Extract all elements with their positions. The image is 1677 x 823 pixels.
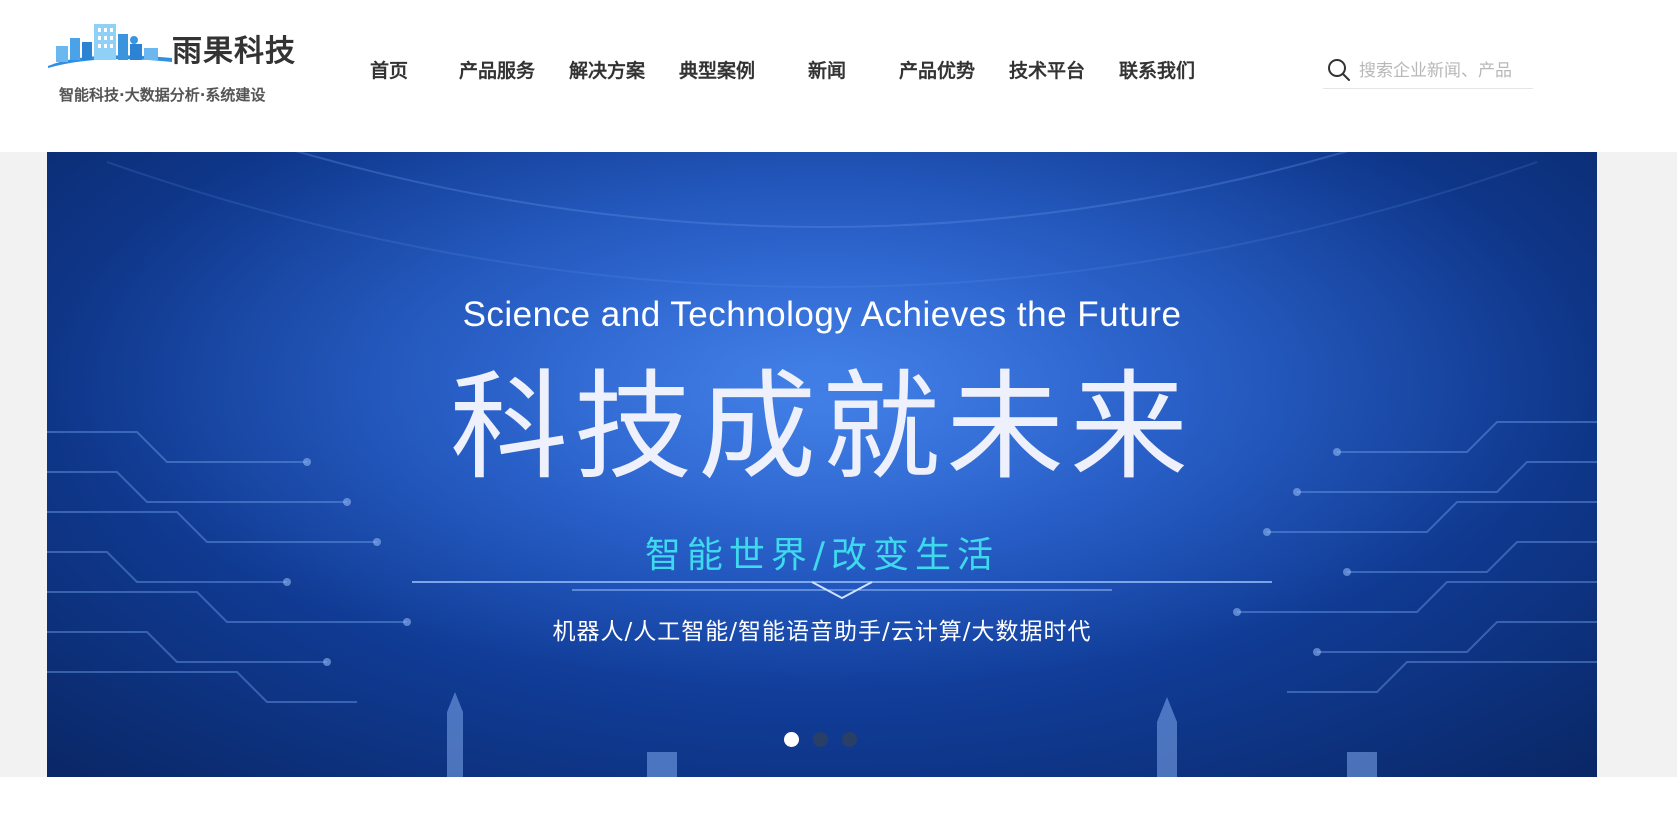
nav-item-tech-platform[interactable]: 技术平台: [1009, 56, 1085, 83]
banner-keywords: 机器人/人工智能/智能语音助手/云计算/大数据时代: [552, 619, 1092, 645]
search-box: [1323, 56, 1533, 89]
carousel-dot-2[interactable]: [813, 732, 828, 747]
nav-item-solutions[interactable]: 解决方案: [569, 56, 645, 83]
carousel-dot-3[interactable]: [842, 732, 857, 747]
search-input[interactable]: [1357, 58, 1531, 84]
logo[interactable]: 雨果科技 智能科技·大数据分析·系统建设: [46, 20, 296, 110]
nav-item-cases[interactable]: 典型案例: [679, 56, 755, 83]
nav-item-products[interactable]: 产品服务: [459, 56, 535, 83]
banner-divider: [412, 581, 1272, 600]
carousel-dot-1[interactable]: [784, 732, 799, 747]
banner-title: 科技成就未来: [449, 358, 1194, 496]
search-icon[interactable]: [1327, 58, 1351, 82]
banner-subtitle-en: Science and Technology Achieves the Futu…: [462, 295, 1182, 334]
nav-item-home[interactable]: 首页: [370, 56, 408, 83]
city-skyline-logo-icon: [48, 24, 172, 68]
hero-banner[interactable]: Science and Technology Achieves the Futu…: [47, 152, 1597, 777]
nav-item-news[interactable]: 新闻: [808, 56, 846, 83]
banner-slogan: 智能世界/改变生活: [644, 535, 1000, 576]
site-header: 雨果科技 智能科技·大数据分析·系统建设 首页 产品服务 解决方案 典型案例 新…: [0, 0, 1677, 152]
brand-tagline: 智能科技·大数据分析·系统建设: [59, 86, 266, 104]
brand-name: 雨果科技: [172, 34, 296, 69]
nav-item-contact[interactable]: 联系我们: [1119, 56, 1195, 83]
nav-item-advantages[interactable]: 产品优势: [899, 56, 975, 83]
